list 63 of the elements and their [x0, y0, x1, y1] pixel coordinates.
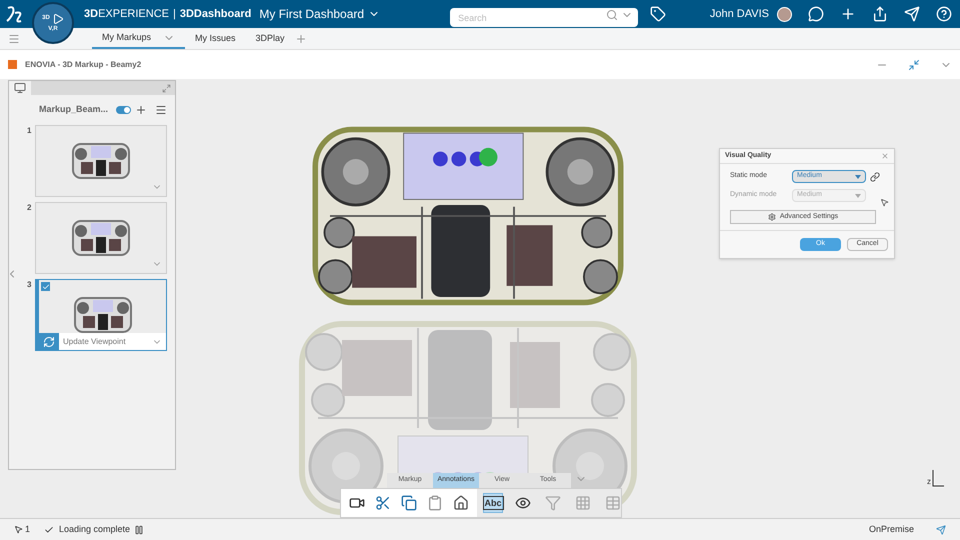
help-icon[interactable]	[936, 6, 952, 22]
checkbox[interactable]	[41, 282, 50, 291]
dropdown-arrow-icon	[855, 194, 861, 198]
share-icon[interactable]	[872, 6, 888, 22]
slide-card[interactable]	[35, 202, 167, 274]
slide-card[interactable]: Update Viewpoint	[35, 279, 167, 351]
eye-icon	[515, 495, 531, 511]
tag-icon[interactable]	[650, 6, 666, 22]
status-message: Loading complete	[59, 522, 130, 536]
selection-count: 1	[25, 522, 30, 536]
annotation-tool[interactable]: Abc	[483, 493, 503, 513]
model-thumbnail	[71, 142, 131, 180]
axis-label: z	[927, 476, 931, 488]
slide-card[interactable]	[35, 125, 167, 197]
dashboard-menu[interactable]: My First Dashboard	[259, 5, 380, 23]
model-thumbnail	[72, 296, 132, 334]
markup-title: Markup_Beam...	[39, 103, 108, 116]
user-name: John DAVIS	[710, 6, 769, 22]
model-thumbnail	[71, 219, 131, 257]
brand-title: 3DEXPERIENCE	[84, 6, 169, 22]
paste-icon[interactable]	[427, 495, 443, 511]
search-icon[interactable]	[606, 8, 618, 20]
add-icon[interactable]	[840, 6, 856, 22]
cursor-icon	[880, 198, 889, 207]
grid-icon	[575, 495, 591, 511]
menu-icon[interactable]	[155, 104, 167, 116]
play-icon	[52, 12, 64, 24]
slide-number: 1	[27, 125, 32, 137]
dashboard-tab[interactable]: My Issues	[185, 28, 246, 49]
table-icon	[605, 495, 621, 511]
connection-mode: OnPremise	[868, 522, 914, 536]
expand-icon[interactable]	[162, 84, 171, 92]
check-icon	[44, 524, 54, 534]
toggle-switch[interactable]	[116, 106, 131, 114]
close-icon[interactable]	[881, 152, 889, 160]
scissors-icon[interactable]	[375, 495, 391, 511]
refresh-icon[interactable]	[43, 336, 55, 348]
app-icon	[8, 60, 17, 69]
pause-icon[interactable]	[134, 524, 144, 534]
user-avatar[interactable]	[777, 6, 792, 22]
selection-icon	[14, 525, 23, 534]
dashboard-tab[interactable]: My Markups	[92, 28, 186, 49]
link-icon[interactable]	[870, 172, 880, 182]
axis-triad-drawing	[931, 468, 945, 488]
add-icon[interactable]	[135, 104, 147, 116]
send-icon[interactable]	[936, 524, 946, 534]
slide-number: 2	[27, 202, 32, 214]
title-separator: |	[172, 6, 176, 22]
monitor-icon[interactable]	[14, 82, 26, 94]
slide-number: 3	[27, 279, 32, 291]
chat-icon[interactable]	[808, 6, 824, 22]
filter-icon	[545, 495, 561, 511]
add-tab-icon[interactable]	[294, 32, 307, 44]
home-icon[interactable]	[453, 495, 469, 511]
gear-icon	[768, 213, 776, 221]
collapse-icon[interactable]	[908, 58, 920, 70]
dropdown-arrow-icon	[855, 174, 861, 178]
widget-title: ENOVIA - 3D Markup - Beamy2	[25, 58, 142, 70]
copy-icon[interactable]	[401, 495, 417, 511]
dashboard-tab[interactable]: 3DPlay	[246, 28, 295, 49]
sidebar-toggle-icon[interactable]	[8, 32, 20, 44]
app-title: 3DDashboard	[180, 6, 252, 22]
search-field[interactable]: Search	[450, 8, 638, 27]
